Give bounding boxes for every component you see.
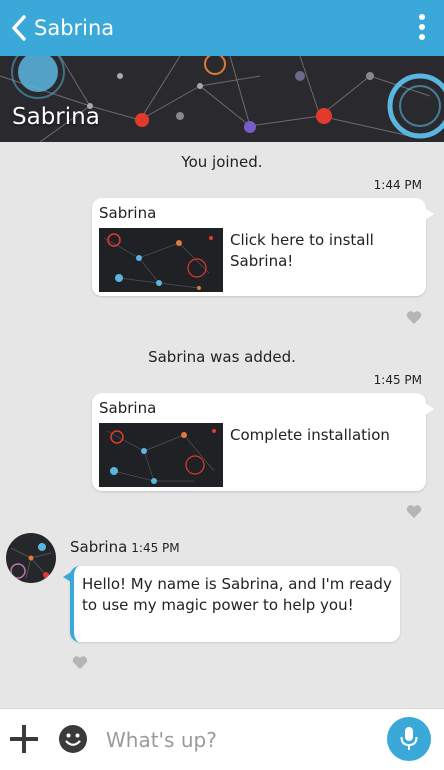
card-sender: Sabrina xyxy=(99,399,157,417)
system-message: Sabrina was added. xyxy=(148,348,296,366)
more-vert-icon[interactable] xyxy=(418,14,426,42)
card-thumbnail xyxy=(99,423,223,487)
mic-icon xyxy=(400,727,418,750)
heart-icon[interactable] xyxy=(72,655,88,669)
message-time: 1:45 PM xyxy=(373,373,422,387)
card-text: Click here to install Sabrina! xyxy=(230,231,374,270)
profile-banner: Sabrina xyxy=(0,56,444,142)
banner-title: Sabrina xyxy=(12,104,100,130)
incoming-message-bubble[interactable]: Hello! My name is Sabrina, and I'm ready… xyxy=(63,566,400,642)
plus-icon[interactable] xyxy=(10,725,38,753)
card-thumbnail xyxy=(99,228,223,292)
heart-icon[interactable] xyxy=(406,310,422,324)
incoming-message-text: Hello! My name is Sabrina, and I'm ready… xyxy=(82,575,392,614)
complete-installation-card[interactable]: Sabrina Complete installation xyxy=(92,393,434,491)
app-bar: Sabrina xyxy=(0,0,444,56)
incoming-sender: Sabrina 1:45 PM xyxy=(70,538,180,556)
composer xyxy=(0,708,444,770)
system-message: You joined. xyxy=(181,153,263,171)
chat-title[interactable]: Sabrina xyxy=(34,16,114,40)
mic-button[interactable] xyxy=(387,717,431,761)
heart-icon[interactable] xyxy=(406,504,422,518)
back-icon[interactable] xyxy=(6,15,32,41)
smiley-icon[interactable] xyxy=(58,724,88,754)
incoming-time: 1:45 PM xyxy=(131,541,180,555)
message-input[interactable] xyxy=(104,721,378,759)
card-sender: Sabrina xyxy=(99,204,157,222)
message-time: 1:44 PM xyxy=(373,178,422,192)
card-text: Complete installation xyxy=(230,426,390,444)
incoming-sender-name: Sabrina xyxy=(70,538,128,556)
avatar[interactable] xyxy=(6,533,56,583)
install-card[interactable]: Sabrina Click here to install Sabrina! xyxy=(92,198,434,296)
